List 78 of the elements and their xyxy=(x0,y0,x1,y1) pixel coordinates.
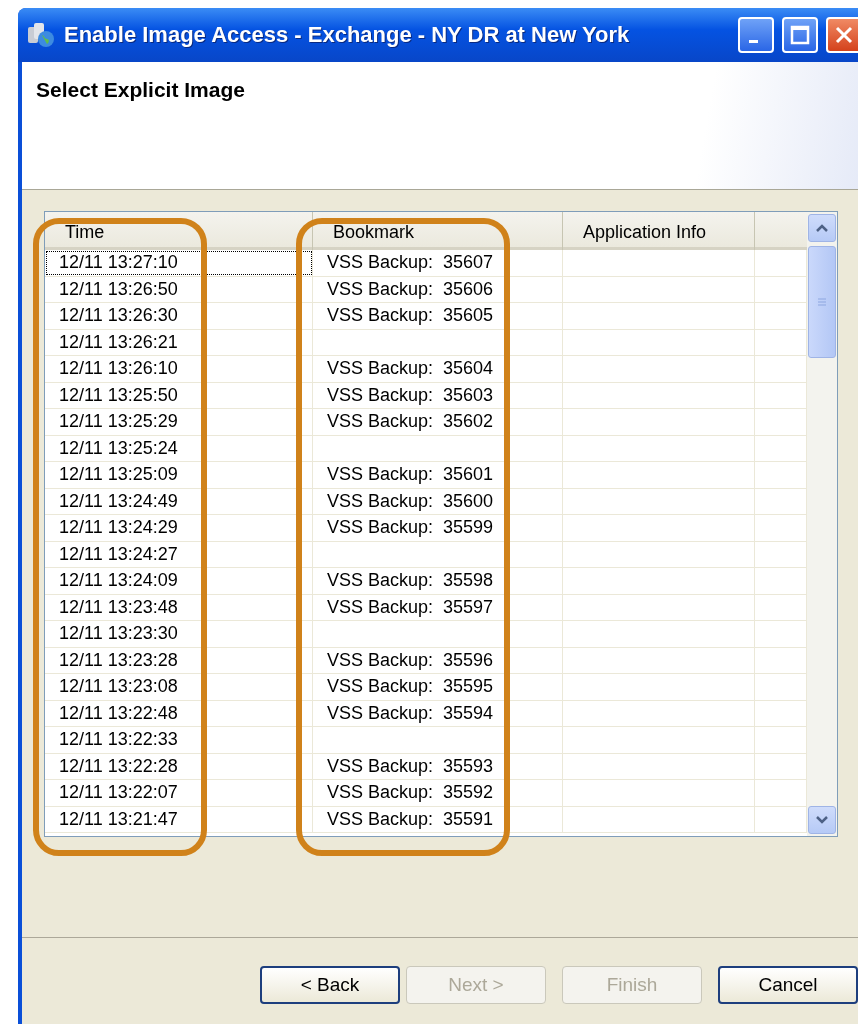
time-cell: 12/11 13:23:08 xyxy=(45,674,313,700)
wizard-button[interactable]: < Back xyxy=(260,966,400,1004)
bookmark-cell: VSS Backup: 35593 xyxy=(313,753,563,779)
close-icon xyxy=(834,25,854,45)
time-cell: 12/11 13:25:09 xyxy=(45,462,313,488)
time-cell: 12/11 13:24:09 xyxy=(45,568,313,594)
bookmark-cell: VSS Backup: 35596 xyxy=(313,647,563,673)
list-row[interactable]: 12/11 13:24:29 VSS Backup: 35599 xyxy=(45,515,807,542)
close-button[interactable] xyxy=(826,17,858,53)
time-cell: 12/11 13:25:29 xyxy=(45,409,313,435)
column-header[interactable]: Bookmark xyxy=(313,212,563,252)
bookmark-cell: VSS Backup: 35599 xyxy=(313,515,563,541)
time-cell: 12/11 13:22:07 xyxy=(45,780,313,806)
time-cell: 12/11 13:23:28 xyxy=(45,647,313,673)
time-cell: 12/11 13:25:50 xyxy=(45,382,313,408)
time-cell: 12/11 13:23:48 xyxy=(45,594,313,620)
time-cell: 12/11 13:26:10 xyxy=(45,356,313,382)
list-row[interactable]: 12/11 13:24:49 VSS Backup: 35600 xyxy=(45,488,807,515)
list-row[interactable]: 12/11 13:23:28 VSS Backup: 35596 xyxy=(45,647,807,674)
time-cell: 12/11 13:26:50 xyxy=(45,276,313,302)
list-row[interactable]: 12/11 13:27:10 VSS Backup: 35607 xyxy=(45,250,807,277)
list-row[interactable]: 12/11 13:25:24 xyxy=(45,435,807,462)
scroll-up-button[interactable] xyxy=(808,214,836,242)
minimize-button[interactable] xyxy=(738,17,774,53)
column-header[interactable]: Application Info xyxy=(563,212,755,252)
time-cell: 12/11 13:22:48 xyxy=(45,700,313,726)
time-cell: 12/11 13:26:21 xyxy=(45,329,313,355)
list-row[interactable]: 12/11 13:25:50 VSS Backup: 35603 xyxy=(45,382,807,409)
bookmark-cell: VSS Backup: 35595 xyxy=(313,674,563,700)
bookmark-cell: VSS Backup: 35607 xyxy=(313,250,563,276)
bookmark-cell: VSS Backup: 35598 xyxy=(313,568,563,594)
bookmark-cell: VSS Backup: 35606 xyxy=(313,276,563,302)
minimize-icon xyxy=(748,39,758,43)
list-row[interactable]: 12/11 13:24:09 VSS Backup: 35598 xyxy=(45,568,807,595)
servers-globe-icon xyxy=(26,21,56,49)
list-row[interactable]: 12/11 13:24:27 xyxy=(45,541,807,568)
bookmark-cell: VSS Backup: 35602 xyxy=(313,409,563,435)
bookmark-cell: VSS Backup: 35605 xyxy=(313,303,563,329)
maximize-icon xyxy=(790,25,810,45)
bookmark-cell: VSS Backup: 35592 xyxy=(313,780,563,806)
time-cell: 12/11 13:21:47 xyxy=(45,806,313,832)
list-row[interactable]: 12/11 13:22:33 xyxy=(45,727,807,754)
bookmark-cell: VSS Backup: 35604 xyxy=(313,356,563,382)
wizard-button[interactable]: Cancel xyxy=(718,966,858,1004)
list-row[interactable]: 12/11 13:25:09 VSS Backup: 35601 xyxy=(45,462,807,489)
list-row[interactable]: 12/11 13:26:10 VSS Backup: 35604 xyxy=(45,356,807,383)
bookmark-cell: VSS Backup: 35600 xyxy=(313,488,563,514)
time-cell: 12/11 13:22:28 xyxy=(45,753,313,779)
list-row[interactable]: 12/11 13:23:08 VSS Backup: 35595 xyxy=(45,674,807,701)
time-cell: 12/11 13:24:29 xyxy=(45,515,313,541)
list-row[interactable]: 12/11 13:25:29 VSS Backup: 35602 xyxy=(45,409,807,436)
list-row[interactable]: 12/11 13:26:50 VSS Backup: 35606 xyxy=(45,276,807,303)
time-cell: 12/11 13:24:49 xyxy=(45,488,313,514)
list-row[interactable]: 12/11 13:22:48 VSS Backup: 35594 xyxy=(45,700,807,727)
page-title: Select Explicit Image xyxy=(36,78,245,101)
list-row[interactable]: 12/11 13:22:07 VSS Backup: 35592 xyxy=(45,780,807,807)
bookmark-cell: VSS Backup: 35603 xyxy=(313,382,563,408)
scroll-down-button[interactable] xyxy=(808,806,836,834)
window-title: Enable Image Access - Exchange - NY DR at New York xyxy=(64,22,631,48)
list-row[interactable]: 12/11 13:23:30 xyxy=(45,621,807,648)
column-header[interactable]: Time xyxy=(45,212,313,252)
list-row[interactable]: 12/11 13:22:28 VSS Backup: 35593 xyxy=(45,753,807,780)
list-row[interactable]: 12/11 13:21:47 VSS Backup: 35591 xyxy=(45,806,807,833)
time-cell: 12/11 13:26:30 xyxy=(45,303,313,329)
list-row[interactable]: 12/11 13:23:48 VSS Backup: 35597 xyxy=(45,594,807,621)
list-row[interactable]: 12/11 13:26:21 xyxy=(45,329,807,356)
time-cell: 12/11 13:23:30 xyxy=(45,621,313,647)
time-cell: 12/11 13:27:10 xyxy=(45,250,313,276)
bookmark-cell: VSS Backup: 35594 xyxy=(313,700,563,726)
maximize-button[interactable] xyxy=(782,17,818,53)
bookmark-cell: VSS Backup: 35597 xyxy=(313,594,563,620)
list-row[interactable]: 12/11 13:26:30 VSS Backup: 35605 xyxy=(45,303,807,330)
bookmark-cell: VSS Backup: 35601 xyxy=(313,462,563,488)
scroll-thumb[interactable] xyxy=(808,246,836,358)
time-cell: 12/11 13:25:24 xyxy=(45,435,313,461)
bookmark-cell: VSS Backup: 35591 xyxy=(313,806,563,832)
time-cell: 12/11 13:22:33 xyxy=(45,727,313,753)
time-cell: 12/11 13:24:27 xyxy=(45,541,313,567)
